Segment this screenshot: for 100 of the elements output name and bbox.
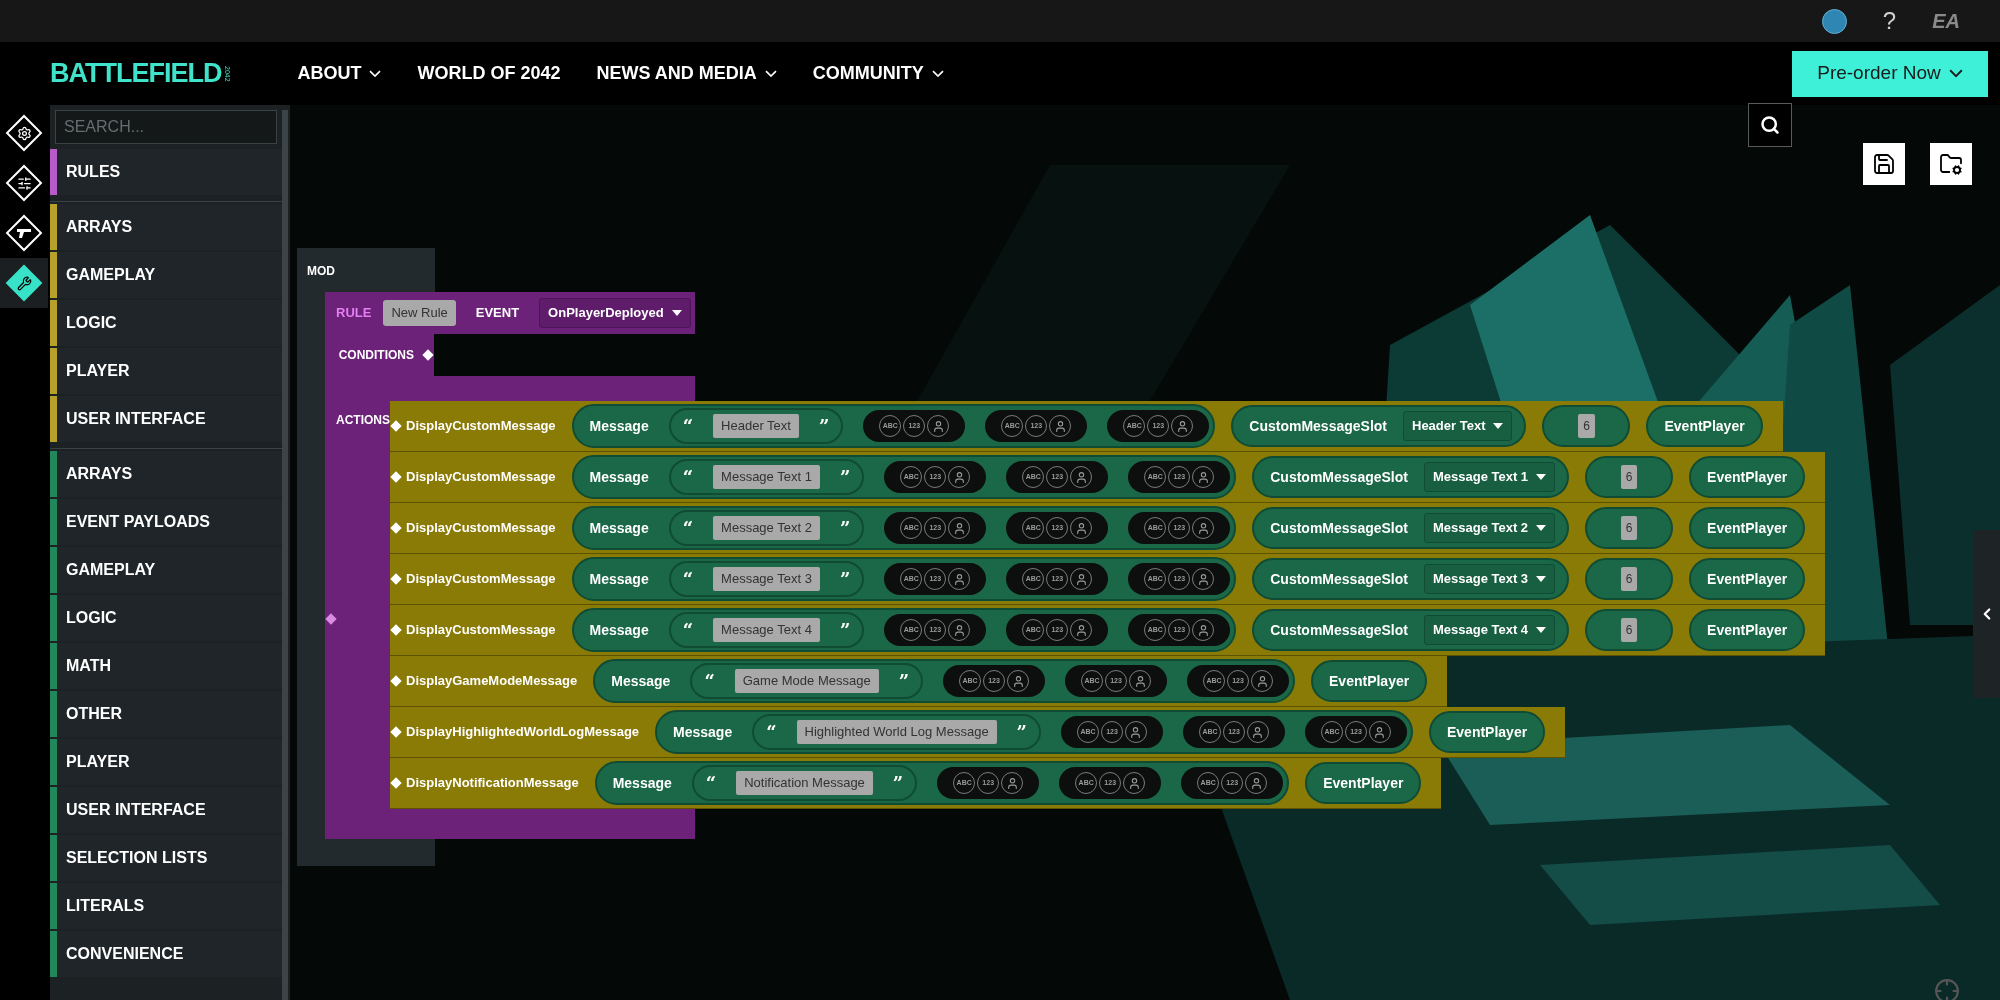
text-input-field[interactable]: Message Text 3 — [713, 567, 820, 591]
action-name: DisplayCustomMessage — [406, 417, 556, 436]
open-quote: “ — [704, 669, 715, 694]
slot-dropdown[interactable]: Message Text 1 — [1423, 462, 1556, 492]
number-block[interactable]: 6 — [1585, 507, 1674, 549]
message-slot-block[interactable]: CustomMessageSlot Message Text 2 — [1252, 507, 1570, 549]
search-button[interactable] — [1748, 103, 1792, 147]
nav-link[interactable]: ABOUT — [297, 60, 382, 87]
open-quote: “ — [682, 567, 694, 592]
nav-link[interactable]: NEWS AND MEDIA — [596, 60, 777, 87]
connector-icon — [390, 726, 402, 738]
open-quote: “ — [682, 465, 694, 490]
nav-link[interactable]: COMMUNITY — [812, 60, 944, 87]
message-slot-block[interactable]: CustomMessageSlot Message Text 3 — [1252, 558, 1570, 600]
folder-settings-button[interactable] — [1930, 143, 1972, 185]
text-input-field[interactable]: Notification Message — [736, 771, 873, 795]
string-block[interactable]: “ Message Text 3 ” — [668, 561, 865, 597]
category-item[interactable]: USER INTERFACE — [50, 787, 282, 833]
event-player-block[interactable]: EventPlayer — [1689, 456, 1806, 498]
event-player-block[interactable]: EventPlayer — [1646, 405, 1763, 447]
caret-icon — [1493, 423, 1504, 429]
caret-icon — [1536, 576, 1547, 582]
number-block[interactable]: 6 — [1585, 558, 1674, 600]
scrollbar[interactable] — [282, 110, 288, 1000]
category-item[interactable]: ARRAYS — [50, 204, 282, 250]
block-label: Message — [589, 620, 649, 640]
text-input-field[interactable]: Message Text 1 — [713, 465, 820, 489]
close-quote: ” — [898, 669, 909, 694]
string-block[interactable]: “ Message Text 2 ” — [668, 510, 865, 546]
category-item[interactable]: RULES — [50, 149, 282, 195]
string-block[interactable]: “ Highlighted World Log Message ” — [752, 714, 1041, 750]
block-label: Message — [612, 773, 672, 793]
category-item[interactable]: GAMEPLAY — [50, 547, 282, 593]
close-quote: ” — [1016, 720, 1027, 745]
text-input-field[interactable]: Game Mode Message — [734, 669, 879, 693]
category-item[interactable]: LOGIC — [50, 595, 282, 641]
number-input-field[interactable]: 6 — [1620, 618, 1638, 642]
chevron-down-icon — [764, 69, 777, 78]
string-block[interactable]: “ Notification Message ” — [691, 765, 918, 801]
category-item[interactable]: PLAYER — [50, 739, 282, 785]
string-block[interactable]: “ Game Mode Message ” — [690, 663, 923, 699]
nav-link[interactable]: WORLD OF 2042 — [417, 60, 561, 87]
category-item[interactable]: MATH — [50, 643, 282, 689]
string-block[interactable]: “ Message Text 1 ” — [668, 459, 865, 495]
text-input-field[interactable]: Message Text 2 — [713, 516, 820, 540]
event-player-block[interactable]: EventPlayer — [1305, 762, 1422, 804]
actions-section[interactable]: ACTIONS — [325, 401, 390, 809]
slot-dropdown[interactable]: Header Text — [1403, 411, 1513, 441]
number-block[interactable]: 6 — [1542, 405, 1631, 447]
category-item[interactable]: SELECTION LISTS — [50, 835, 282, 881]
folder-gear-icon — [1939, 152, 1963, 176]
text-input-field[interactable]: Header Text — [713, 414, 799, 438]
category-item[interactable]: CONVENIENCE — [50, 931, 282, 977]
number-block[interactable]: 6 — [1585, 456, 1674, 498]
number-input-field[interactable]: 6 — [1578, 414, 1595, 438]
event-player-block[interactable]: EventPlayer — [1311, 660, 1428, 702]
slot-dropdown[interactable]: Message Text 3 — [1423, 564, 1556, 594]
brand-logo[interactable]: EA — [1932, 6, 1960, 36]
rule-name-field[interactable]: New Rule — [383, 300, 456, 326]
event-dropdown[interactable]: OnPlayerDeployed — [539, 298, 691, 328]
number-input-field[interactable]: 6 — [1620, 465, 1638, 489]
string-block[interactable]: “ Header Text ” — [668, 408, 844, 444]
message-slot-block[interactable]: CustomMessageSlot Header Text — [1231, 405, 1527, 447]
number-input-field[interactable]: 6 — [1620, 567, 1638, 591]
conditions-label: CONDITIONS — [338, 347, 414, 364]
text-input-field[interactable]: Message Text 4 — [713, 618, 820, 642]
message-slot-block[interactable]: CustomMessageSlot Message Text 1 — [1252, 456, 1570, 498]
event-player-block[interactable]: EventPlayer — [1689, 609, 1806, 651]
event-player-block[interactable]: EventPlayer — [1689, 558, 1806, 600]
save-button[interactable] — [1863, 143, 1905, 185]
block-label: Message — [589, 416, 649, 436]
conditions-section[interactable]: CONDITIONS — [325, 334, 434, 376]
mod-header[interactable]: MOD — [297, 248, 435, 292]
event-player-block[interactable]: EventPlayer — [1428, 711, 1546, 753]
number-input-field[interactable]: 6 — [1620, 516, 1638, 540]
action-name: DisplayHighlightedWorldLogMessage — [406, 723, 640, 742]
category-item[interactable]: GAMEPLAY — [50, 252, 282, 298]
category-item[interactable]: PLAYER — [50, 348, 282, 394]
category-item[interactable]: ARRAYS — [50, 451, 282, 497]
category-item[interactable]: LOGIC — [50, 300, 282, 346]
search-field[interactable]: SEARCH... — [55, 110, 277, 144]
number-block[interactable]: 6 — [1585, 609, 1674, 651]
user-avatar-icon[interactable] — [1821, 8, 1847, 34]
category-item[interactable]: EVENT PAYLOADS — [50, 499, 282, 545]
close-quote: ” — [839, 567, 851, 592]
event-player-block[interactable]: EventPlayer — [1689, 507, 1806, 549]
preorder-button[interactable]: Pre-order Now — [1792, 50, 1988, 97]
slot-dropdown[interactable]: Message Text 2 — [1423, 513, 1556, 543]
action-name: DisplayCustomMessage — [406, 468, 556, 487]
help-link[interactable]: ? — [1882, 3, 1897, 39]
rule-header[interactable]: RULE New Rule EVENT OnPlayerDeployed — [325, 292, 695, 334]
category-item[interactable]: OTHER — [50, 691, 282, 737]
category-item[interactable]: USER INTERFACE — [50, 396, 282, 442]
string-block[interactable]: “ Message Text 4 ” — [668, 612, 865, 648]
category-item[interactable]: LITERALS — [50, 883, 282, 929]
slot-dropdown[interactable]: Message Text 4 — [1423, 615, 1556, 645]
message-slot-block[interactable]: CustomMessageSlot Message Text 4 — [1252, 609, 1570, 651]
text-input-field[interactable]: Highlighted World Log Message — [796, 720, 997, 744]
block-label: Message — [589, 467, 649, 487]
rule-label: RULE — [336, 304, 372, 323]
